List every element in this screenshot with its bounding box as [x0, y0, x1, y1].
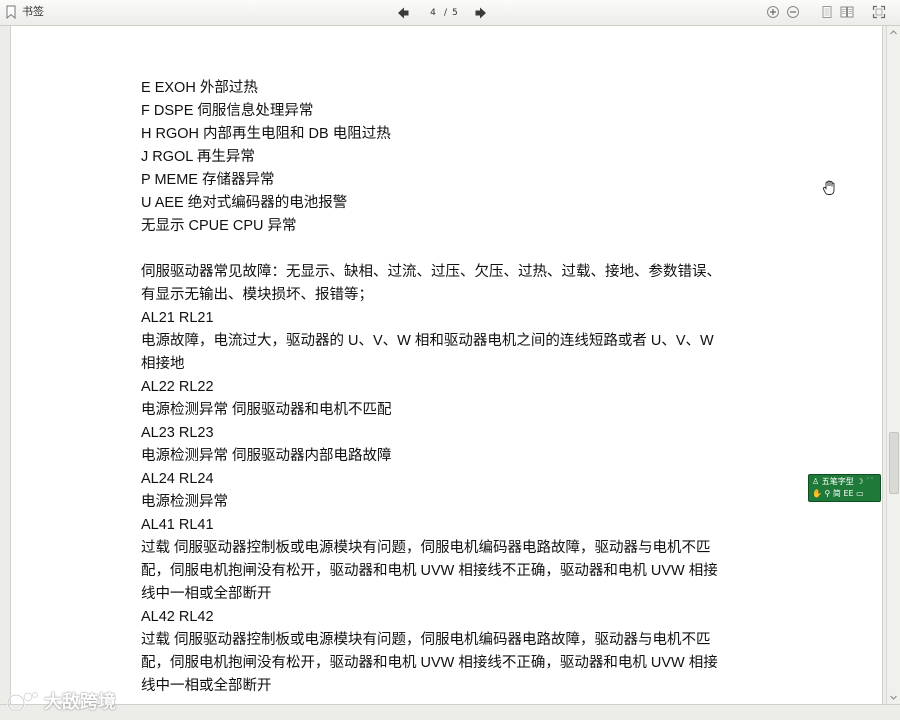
- pdf-reader-window: 书签 4 / 5 E EXOH 外部过热 F DSPE 伺服信息处理异常 H R…: [0, 0, 900, 720]
- text-line: 配，伺服电机抱闸没有松开，驱动器和电机 UVW 相接线不正确，驱动器和电机 UV…: [141, 563, 718, 579]
- text-line: 线中一相或全部断开: [141, 586, 272, 602]
- page-separator: /: [444, 8, 448, 18]
- text-line: AL24 RL24: [141, 471, 214, 487]
- bookmark-icon[interactable]: [6, 5, 16, 19]
- page-navigator: 4 / 5: [396, 4, 490, 22]
- text-line: 无显示 CPUE CPU 异常: [141, 218, 297, 234]
- scroll-down-icon[interactable]: [888, 692, 899, 703]
- text-line: H RGOH 内部再生电阻和 DB 电阻过热: [141, 126, 391, 142]
- ime-hand-icon[interactable]: ✋: [812, 489, 825, 498]
- ime-keyboard-icon[interactable]: ▭: [854, 489, 864, 498]
- fullscreen-icon[interactable]: [872, 5, 886, 19]
- hand-cursor-icon: [822, 180, 835, 195]
- ime-charset-label[interactable]: 简 EE: [833, 489, 854, 498]
- scroll-up-icon[interactable]: [888, 27, 899, 38]
- ime-status-bar[interactable]: ♙ 五笔字型 ☽ ˙˙ ✋ ⚲ 简 EE ▭: [808, 474, 881, 502]
- zoom-in-icon[interactable]: [766, 5, 780, 19]
- ime-mode-row: ♙ 五笔字型 ☽ ˙˙: [812, 476, 874, 488]
- two-page-icon[interactable]: [840, 5, 854, 19]
- total-pages: 5: [452, 8, 458, 18]
- current-page-field[interactable]: 4: [426, 7, 440, 19]
- document-viewport[interactable]: E EXOH 外部过热 F DSPE 伺服信息处理异常 H RGOH 内部再生电…: [0, 26, 886, 704]
- text-line: 线中一相或全部断开: [141, 678, 272, 694]
- watermark-logo-icon: [6, 691, 39, 713]
- ime-options-row: ✋ ⚲ 简 EE ▭: [812, 488, 864, 500]
- text-line: 相接地: [141, 356, 185, 372]
- text-line: AL22 RL22: [141, 379, 214, 395]
- document-page: E EXOH 外部过热 F DSPE 伺服信息处理异常 H RGOH 内部再生电…: [10, 26, 883, 704]
- text-line: 电源检测异常 伺服驱动器和电机不匹配: [141, 402, 392, 418]
- text-line: F DSPE 伺服信息处理异常: [141, 103, 314, 119]
- text-line: U AEE 绝对式编码器的电池报警: [141, 195, 348, 211]
- text-line: E EXOH 外部过热: [141, 80, 258, 96]
- text-line: P MEME 存储器异常: [141, 172, 275, 188]
- status-bar: [0, 704, 900, 720]
- ime-logo-icon: ♙: [812, 477, 822, 486]
- scroll-thumb[interactable]: [889, 432, 899, 494]
- ime-moon-icon[interactable]: ☽ ˙˙: [854, 477, 874, 486]
- vertical-scrollbar[interactable]: [886, 26, 900, 704]
- text-line: 伺服驱动器常见故障：无显示、缺相、过流、过压、欠压、过热、过载、接地、参数错误、: [141, 264, 721, 280]
- ime-search-icon[interactable]: ⚲: [825, 489, 833, 498]
- next-page-icon[interactable]: [474, 6, 488, 20]
- toolbar: 书签 4 / 5: [0, 0, 900, 26]
- watermark-text: 大敌跨境: [44, 692, 116, 713]
- text-line: 过载 伺服驱动器控制板或电源模块有问题，伺服电机编码器电路故障，驱动器与电机不匹: [141, 632, 711, 648]
- text-line: 有显示无输出、模块损坏、报错等；: [141, 287, 373, 303]
- text-line: J RGOL 再生异常: [141, 149, 255, 165]
- prev-page-icon[interactable]: [396, 6, 410, 20]
- text-line: AL41 RL41: [141, 517, 214, 533]
- zoom-out-icon[interactable]: [786, 5, 800, 19]
- text-line: 电源故障，电流过大，驱动器的 U、V、W 相和驱动器电机之间的连线短路或者 U、…: [141, 333, 714, 349]
- text-line: 电源检测异常: [141, 494, 228, 510]
- text-line: AL42 RL42: [141, 609, 214, 625]
- ime-mode-label: 五笔字型: [821, 477, 854, 486]
- bookmark-label[interactable]: 书签: [22, 5, 44, 19]
- single-page-icon[interactable]: [820, 5, 834, 19]
- text-line: 过载 伺服驱动器控制板或电源模块有问题，伺服电机编码器电路故障，驱动器与电机不匹: [141, 540, 711, 556]
- text-line: 电源检测异常 伺服驱动器内部电路故障: [141, 448, 392, 464]
- text-line: AL21 RL21: [141, 310, 214, 326]
- text-line: 配，伺服电机抱闸没有松开，驱动器和电机 UVW 相接线不正确，驱动器和电机 UV…: [141, 655, 718, 671]
- text-line: AL23 RL23: [141, 425, 214, 441]
